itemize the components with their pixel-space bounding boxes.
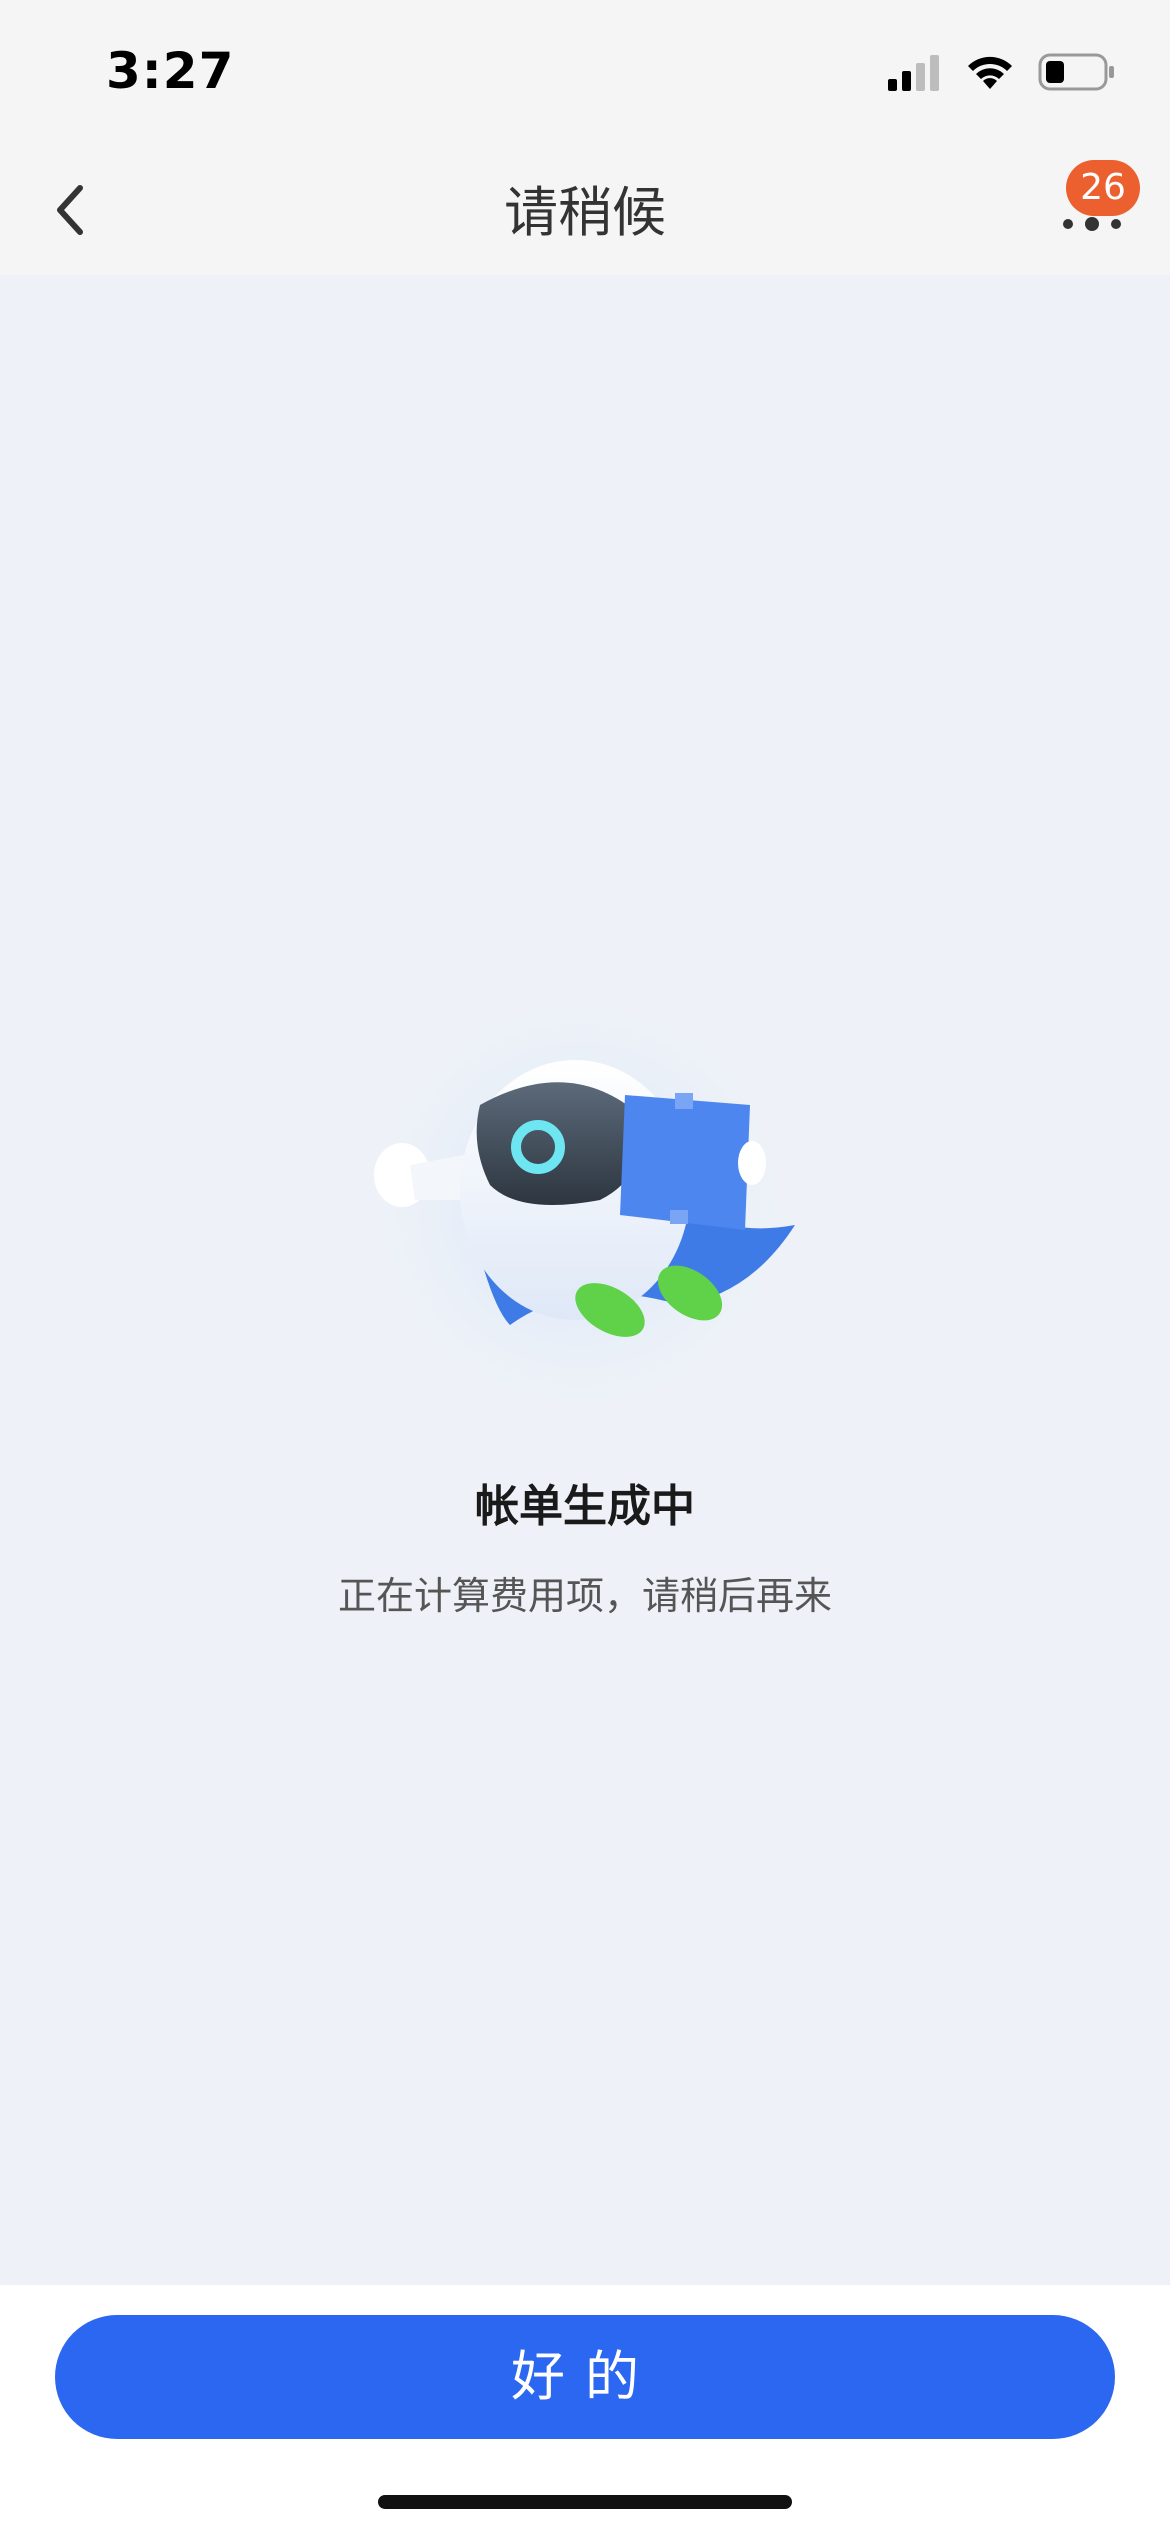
battery-icon	[1038, 53, 1114, 91]
ok-button[interactable]: 好的	[55, 2315, 1115, 2439]
nav-bar: 请稍候 26	[0, 140, 1170, 275]
more-icon	[1063, 217, 1121, 231]
wifi-icon	[968, 56, 1012, 89]
bottom-action-bar: 好的	[0, 2285, 1170, 2532]
status-bar: 3:27	[0, 0, 1170, 140]
screen: 3:27 请稍候 26 帐单生成中 正在计算费用项，请稍后再来 好的	[0, 0, 1170, 2532]
main-content: 帐单生成中 正在计算费用项，请稍后再来	[0, 275, 1170, 2285]
signal-icon	[888, 55, 939, 91]
page-title: 请稍候	[504, 181, 666, 244]
robot-mascot-illustration	[350, 975, 810, 1435]
home-indicator[interactable]	[378, 2495, 792, 2509]
more-button[interactable]: 26	[1040, 160, 1140, 250]
status-time: 3:27	[106, 42, 235, 100]
status-message: 正在计算费用项，请稍后再来	[337, 1574, 832, 1618]
notification-badge: 26	[1066, 160, 1140, 216]
status-icons	[888, 52, 1116, 92]
status-heading: 帐单生成中	[475, 1481, 695, 1532]
